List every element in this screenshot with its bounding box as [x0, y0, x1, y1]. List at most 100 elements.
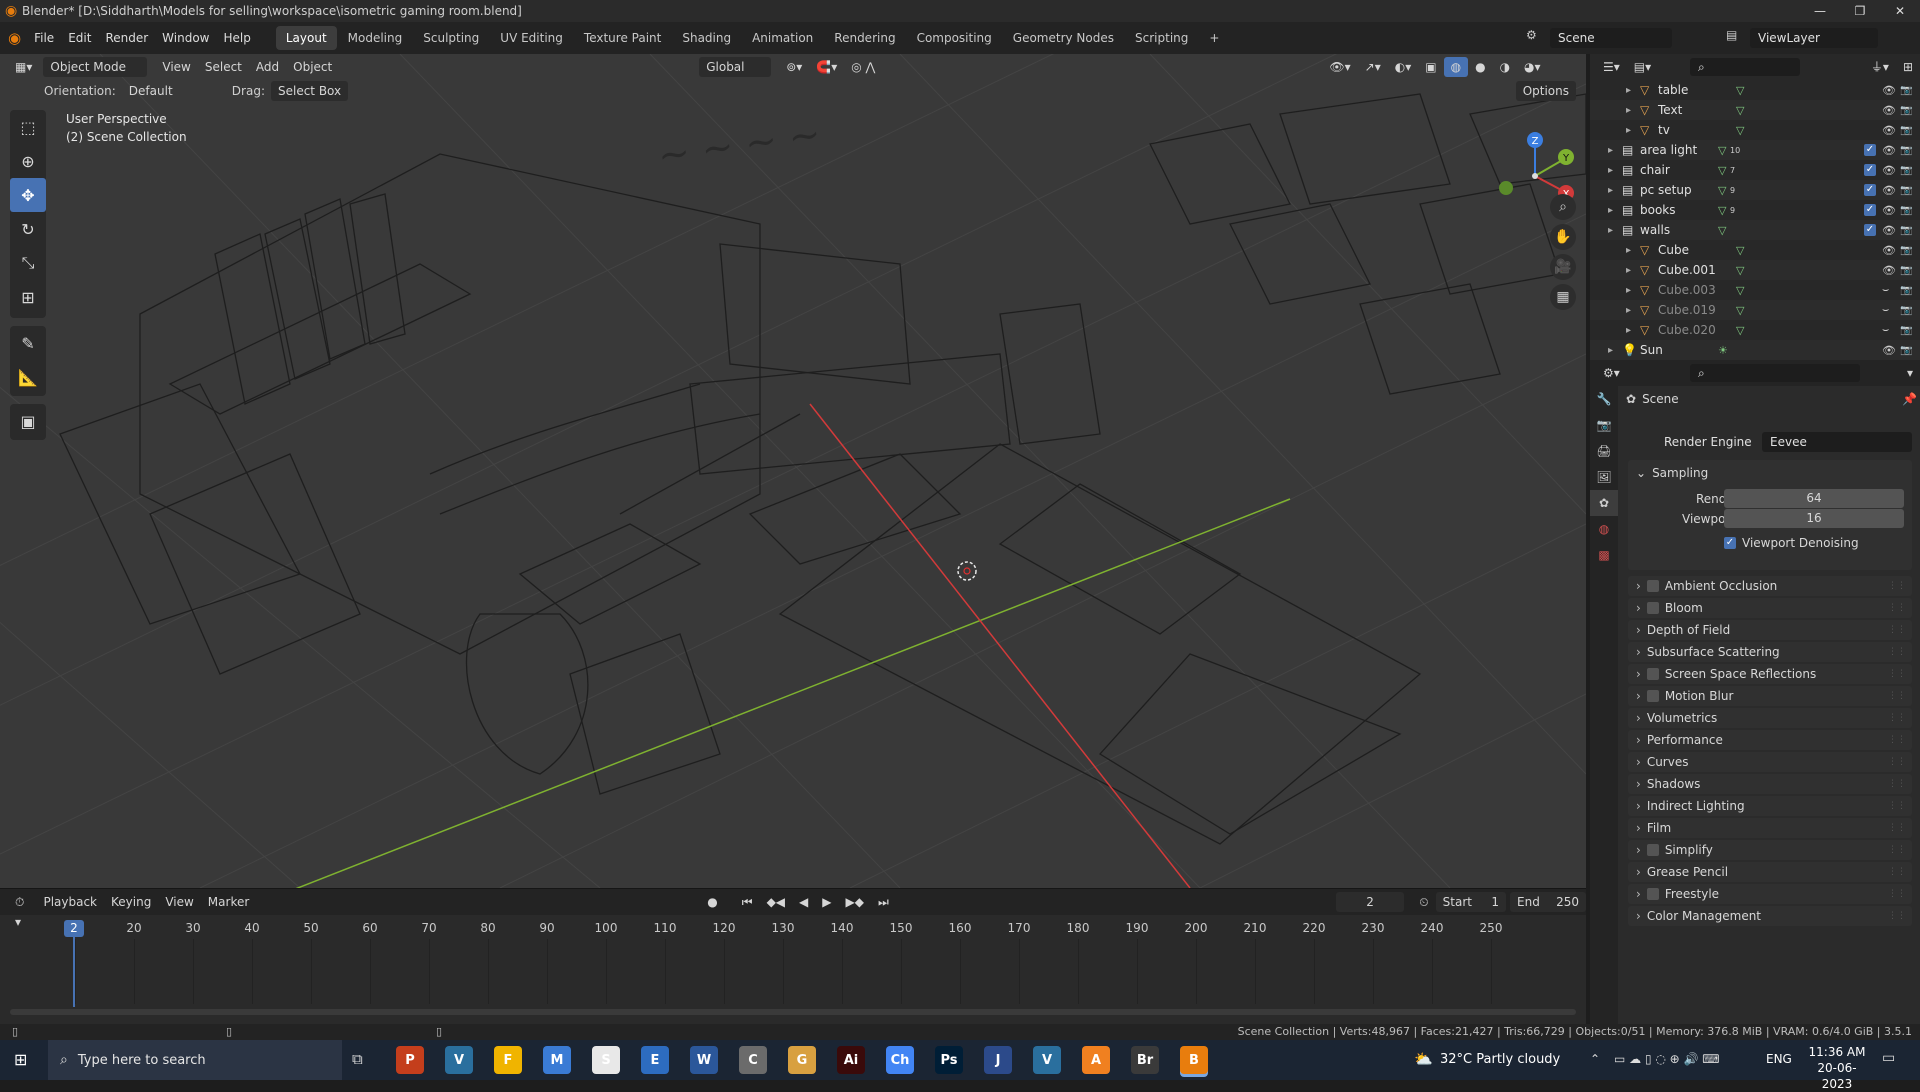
taskbar-search-box[interactable]: ⌕ Type here to search — [48, 1040, 342, 1080]
render-tab-icon[interactable]: 📷 — [1590, 412, 1618, 438]
viewport-samples-field[interactable]: 16 — [1724, 509, 1904, 528]
timeline-ruler[interactable]: 1020304050607080901001101201301401501601… — [0, 917, 1586, 939]
expand-arrow-icon[interactable]: ▸ — [1608, 185, 1613, 196]
expand-arrow-icon[interactable]: ▸ — [1626, 85, 1631, 96]
eye-icon[interactable]: 👁 — [1882, 344, 1896, 357]
eye-icon[interactable]: 👁 — [1882, 184, 1896, 197]
outliner-row[interactable]: ▸ ▤ area light ▽ 10 ✓ 👁 📷 — [1590, 140, 1920, 160]
output-tab-icon[interactable]: 🖨 — [1590, 438, 1618, 464]
outliner-item-label[interactable]: tv — [1658, 123, 1670, 137]
render-panel-header[interactable]: › Shadows ⋮⋮ — [1628, 774, 1912, 794]
blender-alt-icon[interactable]: Br — [1131, 1046, 1159, 1074]
display-mode-icon[interactable]: ▤▾ — [1627, 57, 1658, 77]
eye-closed-icon[interactable]: ⌣ — [1882, 303, 1889, 317]
render-visibility-icon[interactable]: 📷 — [1900, 245, 1912, 256]
chrome-icon[interactable]: Ch — [886, 1046, 914, 1074]
outliner-item-label[interactable]: Cube.019 — [1658, 303, 1716, 317]
render-panel-header[interactable]: › Film ⋮⋮ — [1628, 818, 1912, 838]
shading-rendered-icon[interactable]: ◕▾ — [1517, 57, 1548, 77]
outliner-search-input[interactable]: ⌕ — [1690, 58, 1800, 76]
tool-tab-icon[interactable]: 🔧 — [1590, 386, 1618, 412]
panel-enable-checkbox[interactable] — [1646, 668, 1659, 680]
render-panel-header[interactable]: › Simplify ⋮⋮ — [1628, 840, 1912, 860]
outliner-row[interactable]: ▸ ▽ Cube.020 ▽ ⌣ 📷 — [1590, 320, 1920, 340]
render-visibility-icon[interactable]: 📷 — [1900, 165, 1912, 176]
sampling-header[interactable]: ⌄ Sampling — [1636, 466, 1708, 480]
transform-orientation[interactable]: Global — [699, 57, 772, 77]
exclude-checkbox-icon[interactable]: ✓ — [1864, 224, 1876, 236]
proportional-icon[interactable]: ◎ ⋀ — [844, 57, 882, 77]
outliner-row[interactable]: ▸ 💡 Sun ☀ 👁 📷 — [1590, 340, 1920, 360]
clock[interactable]: 11:36 AM 20-06-2023 — [1806, 1044, 1868, 1092]
drag-handle-icon[interactable]: ⋮⋮ — [1888, 691, 1906, 701]
menu-render[interactable]: Render — [98, 22, 155, 54]
next-keyframe-icon[interactable]: ▶◆ — [839, 892, 871, 912]
add-cube-icon[interactable]: ▣ — [10, 404, 46, 438]
properties-search-input[interactable]: ⌕ — [1690, 364, 1860, 382]
mode-selector[interactable]: Object Mode — [43, 57, 148, 77]
eye-icon[interactable]: 👁 — [1882, 244, 1896, 257]
eye-icon[interactable]: 👁 — [1882, 84, 1896, 97]
menu-marker[interactable]: Marker — [201, 892, 256, 912]
render-visibility-icon[interactable]: 📷 — [1900, 285, 1912, 296]
menu-view[interactable]: View — [155, 57, 197, 77]
drag-handle-icon[interactable]: ⋮⋮ — [1888, 845, 1906, 855]
texture-tab-icon[interactable]: ▩ — [1590, 542, 1618, 568]
record-icon[interactable]: ● — [700, 892, 724, 912]
outliner-item-label[interactable]: Cube — [1658, 243, 1689, 257]
eye-icon[interactable]: 👁 — [1882, 144, 1896, 157]
outliner-item-label[interactable]: pc setup — [1640, 183, 1692, 197]
outliner-row[interactable]: ▸ ▽ Cube.001 ▽ 👁 📷 — [1590, 260, 1920, 280]
playhead-label[interactable]: 2 — [64, 920, 84, 937]
outliner-row[interactable]: ▸ ▽ tv ▽ 👁 📷 — [1590, 120, 1920, 140]
menu-select[interactable]: Select — [198, 57, 249, 77]
store-icon[interactable]: S — [592, 1046, 620, 1074]
viewlayer-icon[interactable]: ▤ — [1726, 28, 1737, 42]
panel-enable-checkbox[interactable] — [1646, 888, 1659, 900]
tray-chevron-icon[interactable]: ⌃ — [1590, 1052, 1600, 1066]
language-indicator[interactable]: ENG — [1766, 1052, 1792, 1066]
drag-handle-icon[interactable]: ⋮⋮ — [1888, 735, 1906, 745]
tab-modeling[interactable]: Modeling — [338, 26, 413, 50]
briefcase-icon[interactable]: G — [788, 1046, 816, 1074]
exclude-checkbox-icon[interactable]: ✓ — [1864, 164, 1876, 176]
drag-handle-icon[interactable]: ⋮⋮ — [1888, 801, 1906, 811]
panel-enable-checkbox[interactable] — [1646, 580, 1659, 592]
play-reverse-icon[interactable]: ◀ — [792, 892, 815, 912]
outliner-row[interactable]: ▸ ▽ Text ▽ 👁 📷 — [1590, 100, 1920, 120]
tab-texture-paint[interactable]: Texture Paint — [574, 26, 671, 50]
select-box-icon[interactable]: ⬚ — [10, 110, 46, 144]
move-icon[interactable]: ✥ — [10, 178, 46, 212]
gizmo-toggle-icon[interactable]: ↗▾ — [1358, 57, 1388, 77]
render-visibility-icon[interactable]: 📷 — [1900, 205, 1912, 216]
expand-arrow-icon[interactable]: ▸ — [1626, 305, 1631, 316]
tab-sculpting[interactable]: Sculpting — [413, 26, 489, 50]
editor-type-icon[interactable]: ▦▾ — [8, 57, 39, 77]
tab-layout[interactable]: Layout — [275, 26, 337, 50]
viewport-denoising-checkbox[interactable]: ✓ Viewport Denoising — [1724, 536, 1859, 550]
outliner-row[interactable]: ▸ ▤ books ▽ 9 ✓ 👁 📷 — [1590, 200, 1920, 220]
ortho-grid-icon[interactable]: ▦ — [1550, 284, 1576, 310]
world-tab-icon[interactable]: ◍ — [1590, 516, 1618, 542]
properties-editor-icon[interactable]: ⚙▾ — [1596, 363, 1627, 383]
expand-arrow-icon[interactable]: ▸ — [1608, 145, 1613, 156]
viewlayer-field[interactable]: ViewLayer — [1750, 28, 1878, 48]
drag-handle-icon[interactable]: ⋮⋮ — [1888, 911, 1906, 921]
tab-geometry-nodes[interactable]: Geometry Nodes — [1003, 26, 1124, 50]
outliner-item-label[interactable]: Text — [1658, 103, 1682, 117]
render-panel-header[interactable]: › Screen Space Reflections ⋮⋮ — [1628, 664, 1912, 684]
menu-edit[interactable]: Edit — [61, 22, 98, 54]
render-panel-header[interactable]: › Bloom ⋮⋮ — [1628, 598, 1912, 618]
render-panel-header[interactable]: › Volumetrics ⋮⋮ — [1628, 708, 1912, 728]
vscode-icon[interactable]: V — [1033, 1046, 1061, 1074]
expand-arrow-icon[interactable]: ▸ — [1626, 105, 1631, 116]
outliner-row[interactable]: ▸ ▽ Cube ▽ 👁 📷 — [1590, 240, 1920, 260]
cursor-icon[interactable]: ⊕ — [10, 144, 46, 178]
render-panel-header[interactable]: › Ambient Occlusion ⋮⋮ — [1628, 576, 1912, 596]
measure-icon[interactable]: 📐 — [10, 360, 46, 394]
photoshop-icon[interactable]: Ps — [935, 1046, 963, 1074]
render-visibility-icon[interactable]: 📷 — [1900, 85, 1912, 96]
outliner-item-label[interactable]: Cube.020 — [1658, 323, 1716, 337]
panel-enable-checkbox[interactable] — [1646, 602, 1659, 614]
calculator-icon[interactable]: C — [739, 1046, 767, 1074]
